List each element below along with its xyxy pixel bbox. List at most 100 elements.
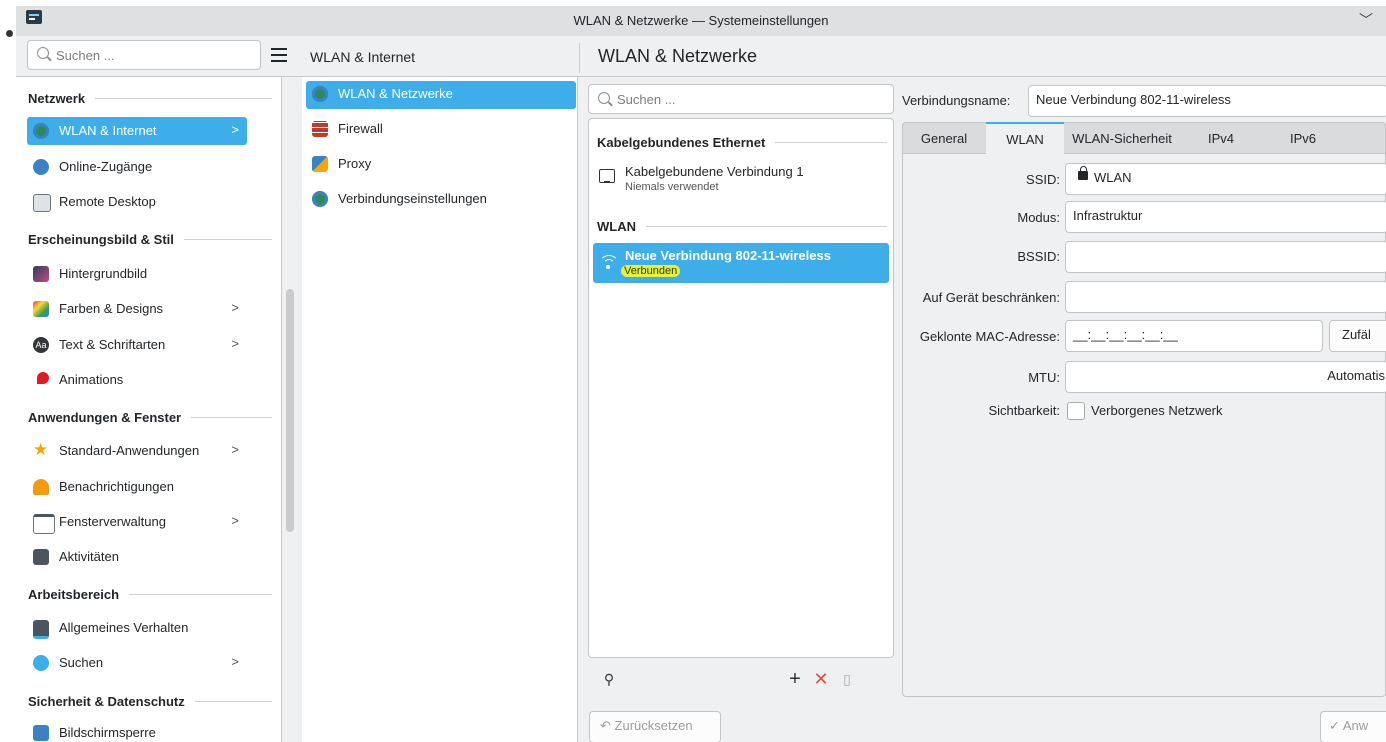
subcategory-label: Proxy xyxy=(338,156,372,171)
connection-search-input[interactable] xyxy=(615,91,879,108)
chevron-right-icon: > xyxy=(231,300,239,315)
sidebar-section-header: Sicherheit & Datenschutz xyxy=(28,694,272,709)
add-connection-button[interactable]: + xyxy=(784,668,806,690)
sidebar-item-wallpaper[interactable]: Hintergrundbild xyxy=(27,260,247,288)
globe-icon xyxy=(312,86,328,102)
apply-button[interactable]: ✓ Anw xyxy=(1320,711,1386,742)
lock-icon xyxy=(1078,166,1088,180)
reset-button[interactable]: ↶ Zurücksetzen xyxy=(589,711,721,742)
cloned-mac-value: __:__:__:__:__:__ xyxy=(1073,327,1178,342)
firewall-icon xyxy=(312,121,328,137)
subcategory-connection-settings[interactable]: Verbindungseinstellungen xyxy=(306,186,576,214)
connection-row-ethernet[interactable]: Kabelgebundene Verbindung 1 Niemals verw… xyxy=(593,159,889,199)
tab-general[interactable]: General xyxy=(902,123,986,155)
proxy-icon xyxy=(312,156,328,172)
animations-icon xyxy=(37,372,49,384)
wired-network-icon xyxy=(599,169,615,183)
sidebar-item-remote-desktop[interactable]: Remote Desktop xyxy=(27,188,247,216)
hamburger-menu-icon[interactable] xyxy=(271,48,287,62)
cloned-mac-label: Geklonte MAC-Adresse: xyxy=(919,329,1060,344)
sidebar-item-wlan-internet[interactable]: WLAN & Internet > xyxy=(27,117,247,145)
tab-wlan[interactable]: WLAN xyxy=(986,122,1064,156)
settings-window: WLAN & Netzwerke — Systemeinstellungen ﹀… xyxy=(16,6,1386,742)
sidebar-item-label: Suchen xyxy=(59,655,104,670)
subcategory-wlan-networks[interactable]: WLAN & Netzwerke xyxy=(306,81,576,109)
connection-row-wireless[interactable]: Neue Verbindung 802-11-wireless Verbunde… xyxy=(593,243,889,283)
connection-status: Verbunden xyxy=(621,265,681,277)
sidebar-item-activities[interactable]: Aktivitäten xyxy=(27,543,247,571)
sidebar-search-input[interactable] xyxy=(54,47,258,64)
chevron-down-icon[interactable]: ﹀ xyxy=(1359,10,1375,28)
wlan-section-header: WLAN xyxy=(597,219,887,234)
remove-connection-button[interactable]: ✕ xyxy=(810,668,832,690)
wallpaper-icon xyxy=(33,266,49,282)
window-icon xyxy=(33,514,55,534)
sidebar-item-notifications[interactable]: Benachrichtigungen xyxy=(27,473,247,501)
hidden-network-checkbox[interactable] xyxy=(1067,402,1085,420)
wifi-icon xyxy=(599,253,619,271)
subcategory-firewall[interactable]: Firewall xyxy=(306,116,576,144)
online-accounts-icon xyxy=(33,159,49,175)
connection-name-value: Neue Verbindung 802-11-wireless xyxy=(1036,92,1231,107)
configure-icon[interactable]: ⚲ xyxy=(598,668,620,690)
sidebar-item-online-accounts[interactable]: Online-Zugänge xyxy=(27,153,247,181)
mtu-value: Automatis xyxy=(1327,368,1385,383)
visibility-label: Sichtbarkeit: xyxy=(988,403,1060,418)
mode-combobox[interactable]: Infrastruktur xyxy=(1065,201,1386,233)
sidebar-item-lock-screen[interactable]: Bildschirmsperre xyxy=(27,719,247,742)
tab-wlan-security[interactable]: WLAN-Sicherheit xyxy=(1064,123,1180,155)
sidebar-item-label: Benachrichtigungen xyxy=(59,479,174,494)
mtu-spinbox[interactable]: Automatis xyxy=(1065,361,1386,393)
connection-list: Kabelgebundenes Ethernet Kabelgebundene … xyxy=(588,118,894,658)
connection-search-field[interactable] xyxy=(588,84,894,114)
sidebar-search-field[interactable] xyxy=(27,40,261,70)
search-icon xyxy=(33,655,49,671)
page-title: WLAN & Netzwerke xyxy=(598,46,758,66)
random-mac-button[interactable]: Zufäl xyxy=(1329,320,1386,352)
sidebar-item-label: Farben & Designs xyxy=(59,301,164,316)
tab-ipv4[interactable]: IPv4 xyxy=(1180,123,1262,155)
column2-header: WLAN & Internet xyxy=(310,49,416,65)
sidebar-item-default-apps[interactable]: ★ Standard-Anwendungen > xyxy=(27,437,247,465)
reset-button-label: Zurücksetzen xyxy=(614,718,693,733)
tab-ipv6[interactable]: IPv6 xyxy=(1262,123,1344,155)
sidebar-item-search[interactable]: Suchen > xyxy=(27,649,247,677)
sidebar-item-label: Remote Desktop xyxy=(59,194,156,209)
sidebar-item-label: Animations xyxy=(59,372,124,387)
bell-icon xyxy=(33,479,49,495)
bullet-dot xyxy=(6,30,13,37)
mode-value: Infrastruktur xyxy=(1073,208,1143,223)
sidebar-scrollbar[interactable] xyxy=(286,289,294,532)
sidebar-item-colors-designs[interactable]: Farben & Designs > xyxy=(27,295,247,323)
star-icon: ★ xyxy=(33,440,49,459)
subcategory-proxy[interactable]: Proxy xyxy=(306,151,576,179)
colors-icon xyxy=(33,301,49,317)
ssid-combobox[interactable]: WLAN xyxy=(1065,163,1386,195)
sidebar-section-header: Erscheinungsbild & Stil xyxy=(28,232,272,247)
activities-icon xyxy=(33,549,49,565)
general-behavior-icon xyxy=(33,620,49,639)
sidebar-item-window-management[interactable]: Fensterverwaltung > xyxy=(27,508,247,536)
sidebar-item-general-behavior[interactable]: Allgemeines Verhalten xyxy=(27,614,247,642)
export-connection-icon[interactable]: ▯ xyxy=(836,668,858,690)
sidebar-item-label: Bildschirmsperre xyxy=(59,725,156,740)
sidebar-item-animations[interactable]: Animations xyxy=(27,366,247,394)
sidebar-item-label: Allgemeines Verhalten xyxy=(59,620,189,635)
cloned-mac-field[interactable]: __:__:__:__:__:__ xyxy=(1065,320,1323,352)
undo-icon: ↶ xyxy=(600,718,611,733)
ssid-label: SSID: xyxy=(1026,172,1060,187)
connection-name: Kabelgebundene Verbindung 1 xyxy=(625,164,804,179)
mtu-label: MTU: xyxy=(1028,370,1060,385)
window-title: WLAN & Netzwerke — Systemeinstellungen xyxy=(573,13,829,28)
connection-name-field[interactable]: Neue Verbindung 802-11-wireless xyxy=(1028,85,1386,117)
sidebar-item-text-fonts[interactable]: Aa Text & Schriftarten > xyxy=(27,331,247,359)
subcategory-label: WLAN & Netzwerke xyxy=(338,86,453,101)
search-icon xyxy=(598,92,610,104)
sidebar-item-label: WLAN & Internet xyxy=(59,123,157,138)
chevron-right-icon: > xyxy=(231,336,239,351)
restrict-device-field[interactable] xyxy=(1065,281,1386,313)
apply-button-label: Anw xyxy=(1342,718,1369,733)
chevron-right-icon: > xyxy=(231,442,239,457)
bssid-field[interactable] xyxy=(1065,241,1386,273)
hidden-network-label: Verborgenes Netzwerk xyxy=(1091,403,1223,418)
